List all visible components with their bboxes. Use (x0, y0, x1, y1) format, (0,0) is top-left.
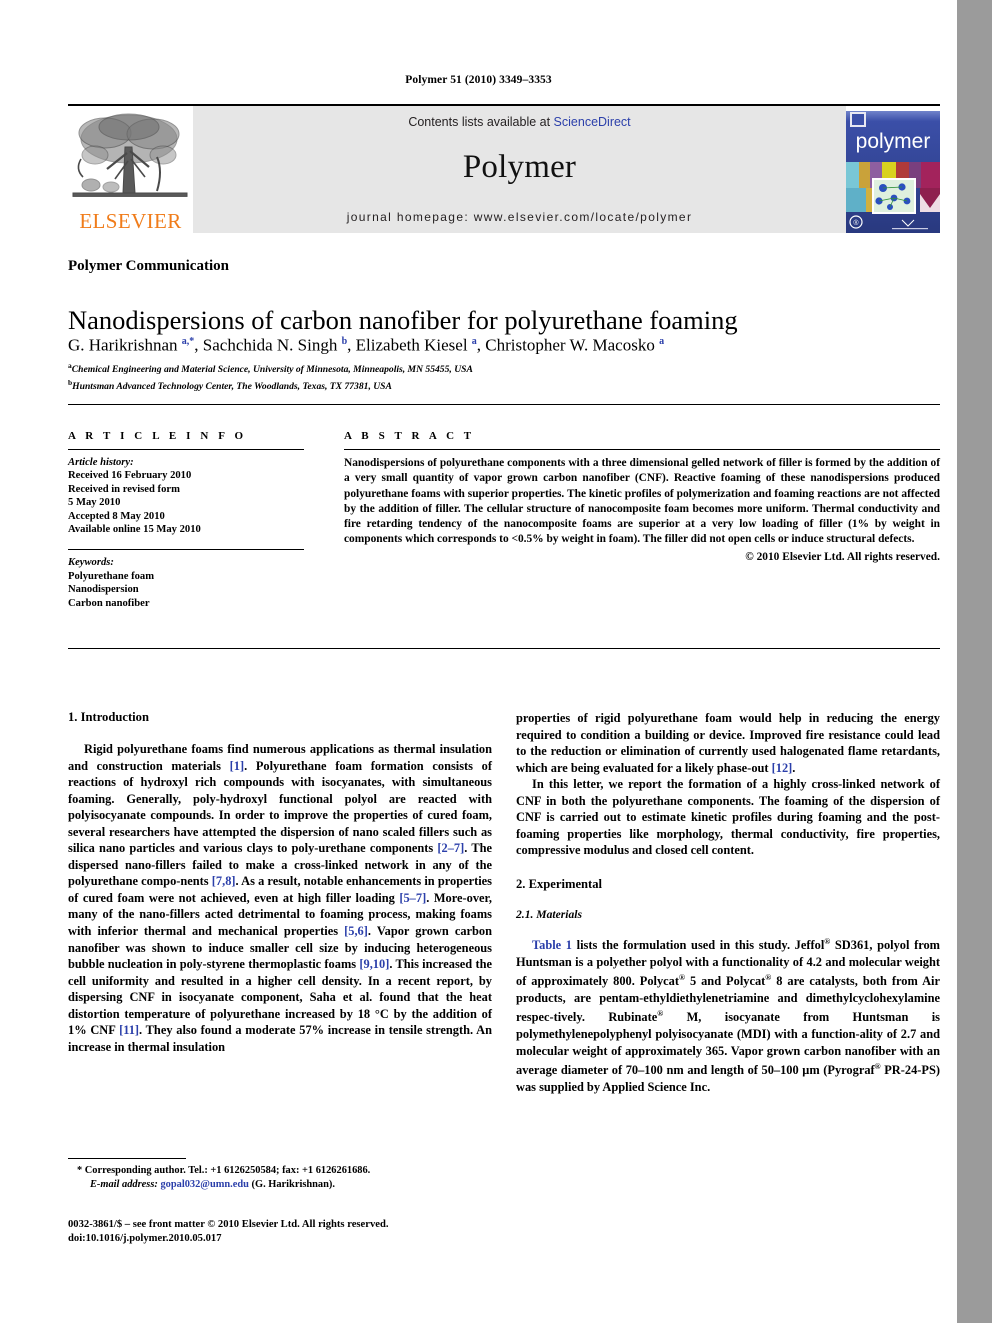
affiliation-b-text: Huntsman Advanced Technology Center, The… (72, 380, 392, 392)
keyword-item: Nanodispersion (68, 584, 139, 596)
elsevier-wordmark: ELSEVIER (79, 209, 182, 233)
email-line: E-mail address: gopal032@umn.edu (G. Har… (90, 1178, 335, 1190)
abstract-rule (344, 449, 940, 450)
journal-homepage-line[interactable]: journal homepage: www.elsevier.com/locat… (193, 210, 846, 224)
contents-list-line: Contents lists available at ScienceDirec… (193, 115, 846, 129)
paragraph-materials: Table 1 lists the formulation used in th… (516, 936, 940, 1094)
keywords-block: Keywords: Polyurethane foam Nanodispersi… (68, 556, 304, 610)
paragraph-intro-continued: properties of rigid polyurethane foam wo… (516, 711, 940, 775)
abstract-column: A B S T R A C T Nanodispersions of polyu… (344, 430, 940, 565)
article-info-rule (68, 449, 304, 450)
page-sheet: Polymer 51 (2010) 3349–3353 ELSEVIER Con… (0, 0, 957, 1323)
article-history-block: Article history: Received 16 February 20… (68, 456, 304, 536)
keyword-item: Polyurethane foam (68, 570, 155, 582)
svg-text:®: ® (853, 219, 859, 227)
paragraph-intro-2: In this letter, we report the formation … (516, 777, 940, 858)
affiliation-a-text: Chemical Engineering and Material Scienc… (71, 364, 473, 376)
paper-page: Polymer 51 (2010) 3349–3353 ELSEVIER Con… (0, 0, 992, 1323)
elsevier-logo: ELSEVIER (68, 106, 193, 233)
abstract-header: A B S T R A C T (344, 430, 475, 442)
affiliation-b: bHuntsman Advanced Technology Center, Th… (68, 377, 392, 392)
author-list: G. Harikrishnan a,*, Sachchida N. Singh … (68, 335, 665, 355)
article-info-column: A R T I C L E I N F O Article history: R… (68, 430, 304, 610)
sciencedirect-link[interactable]: ScienceDirect (554, 115, 631, 129)
article-history-label: Article history: (68, 457, 134, 468)
divider-above-info (68, 404, 940, 405)
divider-below-abstract (68, 648, 940, 649)
history-item: Received 16 February 2010 (68, 470, 192, 482)
affiliation-list: aChemical Engineering and Material Scien… (68, 360, 668, 393)
journal-title: Polymer (462, 149, 577, 185)
keywords-rule (68, 549, 304, 551)
masthead-center: Contents lists available at ScienceDirec… (193, 106, 846, 233)
keywords-label: Keywords: (68, 557, 114, 569)
history-item: 5 May 2010 (68, 497, 121, 509)
svg-text:polymer: polymer (856, 130, 931, 153)
article-type-kicker: Polymer Communication (68, 258, 229, 274)
history-item: Available online 15 May 2010 (68, 524, 201, 536)
corresponding-author-footnote: * Corresponding author. Tel.: +1 6126250… (68, 1158, 492, 1191)
footnote-rule (68, 1158, 186, 1159)
corresponding-author-line: * Corresponding author. Tel.: +1 6126250… (77, 1165, 371, 1176)
affiliation-a: aChemical Engineering and Material Scien… (68, 361, 473, 376)
contents-prefix: Contents lists available at (408, 115, 554, 129)
article-info-header: A R T I C L E I N F O (68, 430, 247, 442)
elsevier-tree-icon (72, 113, 188, 197)
keyword-item: Carbon nanofiber (68, 597, 150, 609)
heading-materials: 2.1. Materials (516, 907, 583, 921)
body-column-left: 1. Introduction Rigid polyurethane foams… (68, 710, 492, 1055)
history-item: Accepted 8 May 2010 (68, 510, 165, 522)
page-margin-strip (957, 0, 992, 1323)
journal-cover-thumbnail: polymer ® (846, 106, 940, 233)
history-item: Received in revised form (68, 483, 180, 495)
body-column-right: properties of rigid polyurethane foam wo… (516, 710, 940, 1095)
imprint-block: 0032-3861/$ – see front matter © 2010 El… (68, 1218, 498, 1245)
heading-introduction: 1. Introduction (68, 710, 149, 724)
heading-experimental: 2. Experimental (516, 876, 603, 891)
imprint-line-1: 0032-3861/$ – see front matter © 2010 El… (68, 1219, 389, 1230)
journal-cover-art: polymer ® (846, 106, 940, 233)
imprint-line-2: doi:10.1016/j.polymer.2010.05.017 (68, 1232, 222, 1244)
abstract-text: Nanodispersions of polyurethane componen… (344, 457, 940, 546)
paragraph-intro-1: Rigid polyurethane foams find numerous a… (68, 742, 493, 1054)
journal-masthead: ELSEVIER Contents lists available at Sci… (68, 104, 940, 234)
running-head: Polymer 51 (2010) 3349–3353 (405, 74, 552, 86)
abstract-copyright: © 2010 Elsevier Ltd. All rights reserved… (745, 550, 940, 563)
